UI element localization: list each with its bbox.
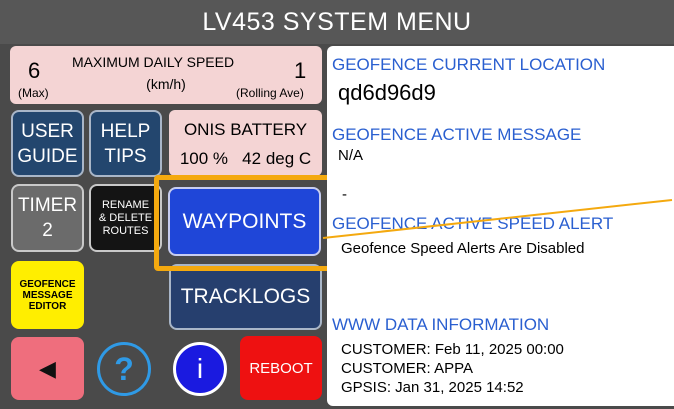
annotation-pointer-line bbox=[322, 199, 673, 239]
system-menu-screen: LV453 SYSTEM MENU 6 (Max) MAXIMUM DAILY … bbox=[0, 0, 674, 409]
